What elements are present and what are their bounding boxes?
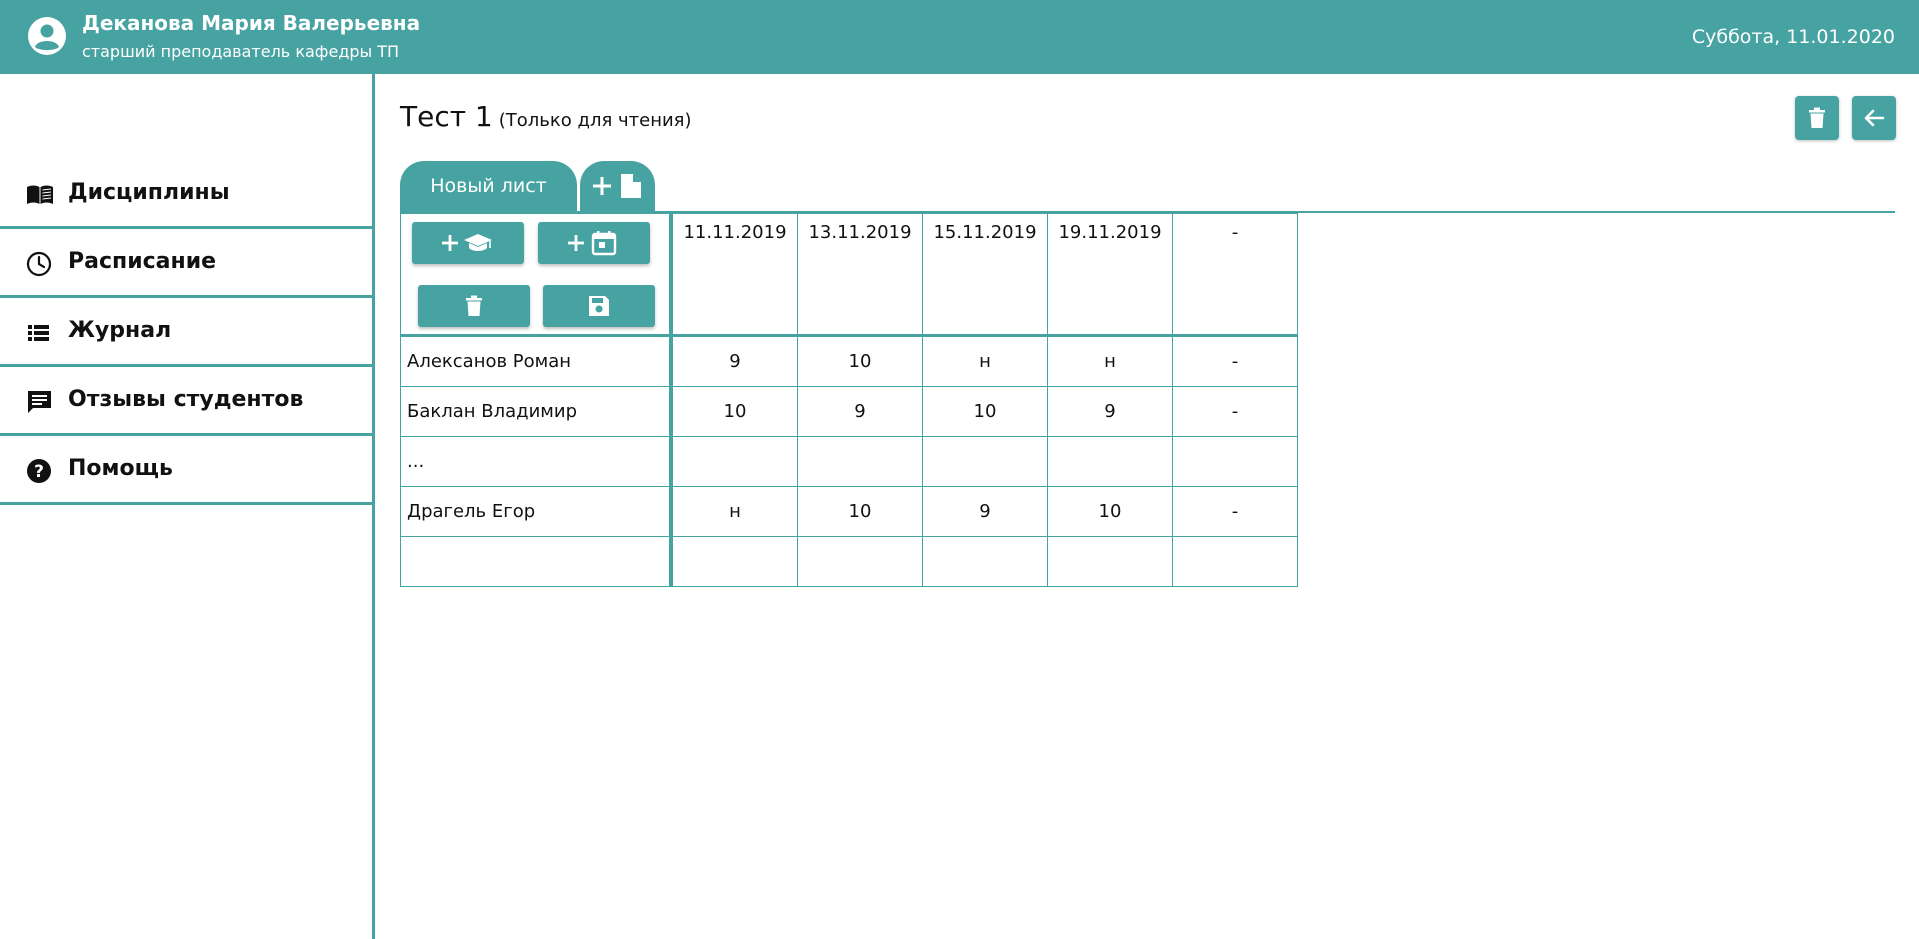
student-name-cell[interactable]: ...	[400, 436, 672, 487]
tab-label: Новый лист	[430, 175, 547, 197]
mark-cell[interactable]: 10	[797, 336, 923, 387]
sidebar-item-label: Отзывы студентов	[68, 387, 304, 412]
mark-cell[interactable]: 9	[797, 386, 923, 437]
comment-icon	[28, 391, 51, 413]
mark-cell[interactable]	[797, 436, 923, 487]
student-name-cell[interactable]: Баклан Владимир	[400, 386, 672, 437]
trash-icon	[466, 295, 482, 316]
mark-cell[interactable]: 9	[1047, 386, 1173, 437]
arrow-left-icon	[1864, 109, 1885, 127]
mark-cell[interactable]: -	[1172, 336, 1298, 387]
journal-grid: 11.11.2019 13.11.2019 15.11.2019 19.11.2…	[400, 213, 1300, 589]
student-name-cell[interactable]	[400, 536, 672, 587]
mark-cell[interactable]	[922, 536, 1048, 587]
user-role: старший преподаватель кафедры ТП	[82, 42, 400, 61]
add-sheet-icon	[592, 174, 641, 198]
mark-cell[interactable]	[1047, 536, 1173, 587]
mark-cell[interactable]: -	[1172, 486, 1298, 537]
sidebar-item-student-reviews[interactable]: Отзывы студентов	[0, 367, 372, 436]
help-icon: ?	[27, 459, 51, 483]
delete-test-button[interactable]	[1795, 96, 1839, 140]
mark-cell[interactable]: н	[1047, 336, 1173, 387]
sidebar-item-label: Помощь	[68, 456, 173, 481]
account-circle-icon[interactable]	[27, 16, 67, 56]
mark-cell[interactable]: 9	[672, 336, 798, 387]
mark-cell[interactable]	[922, 436, 1048, 487]
mark-cell[interactable]: 10	[922, 386, 1048, 437]
mark-cell[interactable]	[1172, 536, 1298, 587]
add-student-icon	[442, 234, 492, 251]
date-header-cell[interactable]: 15.11.2019	[922, 213, 1048, 337]
add-student-button[interactable]	[412, 222, 524, 264]
mark-cell[interactable]	[1172, 436, 1298, 487]
add-sheet-tab[interactable]	[580, 161, 655, 211]
date-header-cell[interactable]: -	[1172, 213, 1298, 337]
trash-icon	[1809, 107, 1825, 128]
mark-cell[interactable]: 10	[1047, 486, 1173, 537]
sidebar-item-disciplines[interactable]: Дисциплины	[0, 160, 372, 229]
mark-cell[interactable]: -	[1172, 386, 1298, 437]
delete-rows-button[interactable]	[418, 285, 530, 327]
sidebar-item-label: Расписание	[68, 249, 217, 274]
mark-cell[interactable]: н	[922, 336, 1048, 387]
save-button[interactable]	[543, 285, 655, 327]
list-icon	[28, 325, 49, 341]
test-title: Тест 1	[400, 100, 493, 133]
sidebar-item-journal[interactable]: Журнал	[0, 298, 372, 367]
student-name-cell[interactable]: Алексанов Роман	[400, 336, 672, 387]
mark-cell[interactable]	[1047, 436, 1173, 487]
date-header-cell[interactable]: 11.11.2019	[672, 213, 798, 337]
sidebar-item-help[interactable]: ? Помощь	[0, 436, 372, 505]
add-date-icon	[568, 231, 617, 256]
mark-cell[interactable]: н	[672, 486, 798, 537]
mark-cell[interactable]	[672, 436, 798, 487]
sidebar-item-label: Журнал	[68, 318, 172, 343]
read-only-note: (Только для чтения)	[498, 110, 692, 131]
mark-cell[interactable]	[672, 536, 798, 587]
book-icon	[27, 185, 53, 204]
mark-cell[interactable]: 10	[672, 386, 798, 437]
mark-cell[interactable]: 9	[922, 486, 1048, 537]
sidebar-item-label: Дисциплины	[68, 180, 230, 205]
sidebar: Дисциплины Расписание Журнал Отзывы студ…	[0, 74, 375, 939]
sidebar-item-schedule[interactable]: Расписание	[0, 229, 372, 298]
user-name: Деканова Мария Валерьевна	[82, 11, 421, 35]
student-name-cell[interactable]: Драгель Егор	[400, 486, 672, 537]
back-button[interactable]	[1852, 96, 1896, 140]
page-title: Тест 1 (Только для чтения)	[400, 100, 692, 133]
date-header-cell[interactable]: 19.11.2019	[1047, 213, 1173, 337]
svg-text:?: ?	[34, 462, 44, 482]
mark-cell[interactable]	[797, 536, 923, 587]
date-header-cell[interactable]: 13.11.2019	[797, 213, 923, 337]
mark-cell[interactable]: 10	[797, 486, 923, 537]
current-date: Суббота, 11.01.2020	[1691, 26, 1895, 48]
main-content: Тест 1 (Только для чтения) Новый лист 11…	[375, 74, 1919, 939]
clock-icon	[26, 251, 52, 277]
add-date-button[interactable]	[538, 222, 650, 264]
save-icon	[589, 296, 609, 316]
app-header: Деканова Мария Валерьевна старший препод…	[0, 0, 1919, 74]
tab-new-sheet[interactable]: Новый лист	[400, 161, 577, 211]
